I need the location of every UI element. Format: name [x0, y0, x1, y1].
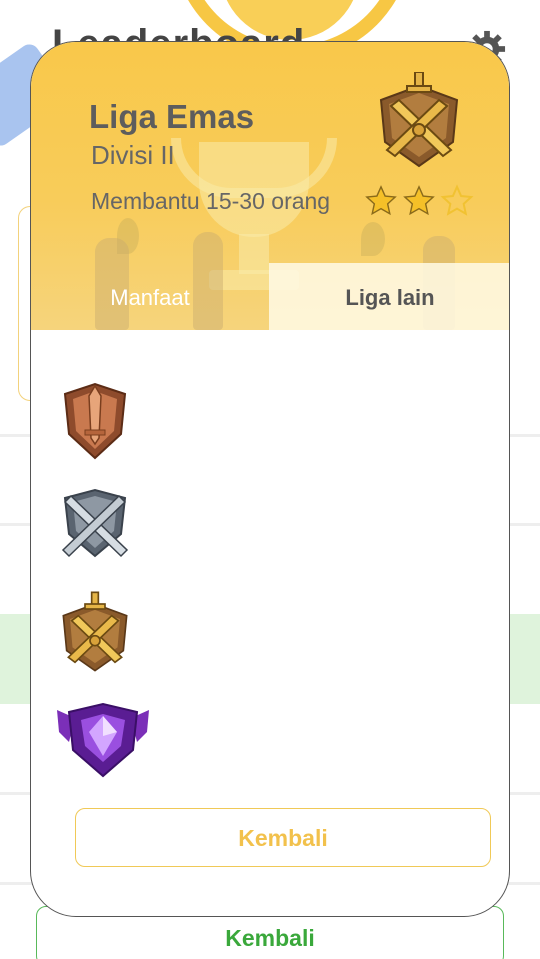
- gold-crossed-swords-emblem-icon: [379, 72, 459, 168]
- bronze-shield-sword-emblem-icon: [63, 382, 127, 460]
- league-name: Liga Emas: [89, 98, 255, 135]
- league-division: Divisi II: [91, 140, 175, 170]
- modal-header: Liga Emas Divisi II Membantu 15-30 orang: [31, 42, 509, 330]
- silver-crossed-swords-emblem-icon: [61, 488, 129, 558]
- league-modal: Liga Emas Divisi II Membantu 15-30 orang: [30, 41, 510, 917]
- back-button[interactable]: Kembali: [75, 808, 491, 867]
- league-list-item: [55, 702, 151, 780]
- purple-gem-emblem-icon: [57, 702, 149, 778]
- gold-crossed-swords-emblem-icon: [62, 591, 128, 672]
- star-filled-icon: [365, 185, 397, 216]
- helps-count-text: Membantu 15-30 orang: [91, 188, 331, 214]
- league-list-item: [55, 588, 135, 680]
- tab-other-leagues[interactable]: Liga lain: [269, 263, 509, 330]
- star-filled-icon: [403, 185, 435, 216]
- league-list-item: [55, 484, 135, 564]
- league-tabs: Manfaat Liga lain: [31, 263, 509, 330]
- header-leaf: [361, 222, 385, 256]
- star-empty-icon: [440, 184, 474, 216]
- tab-benefits[interactable]: Manfaat: [31, 263, 269, 330]
- league-list-item: [55, 380, 135, 462]
